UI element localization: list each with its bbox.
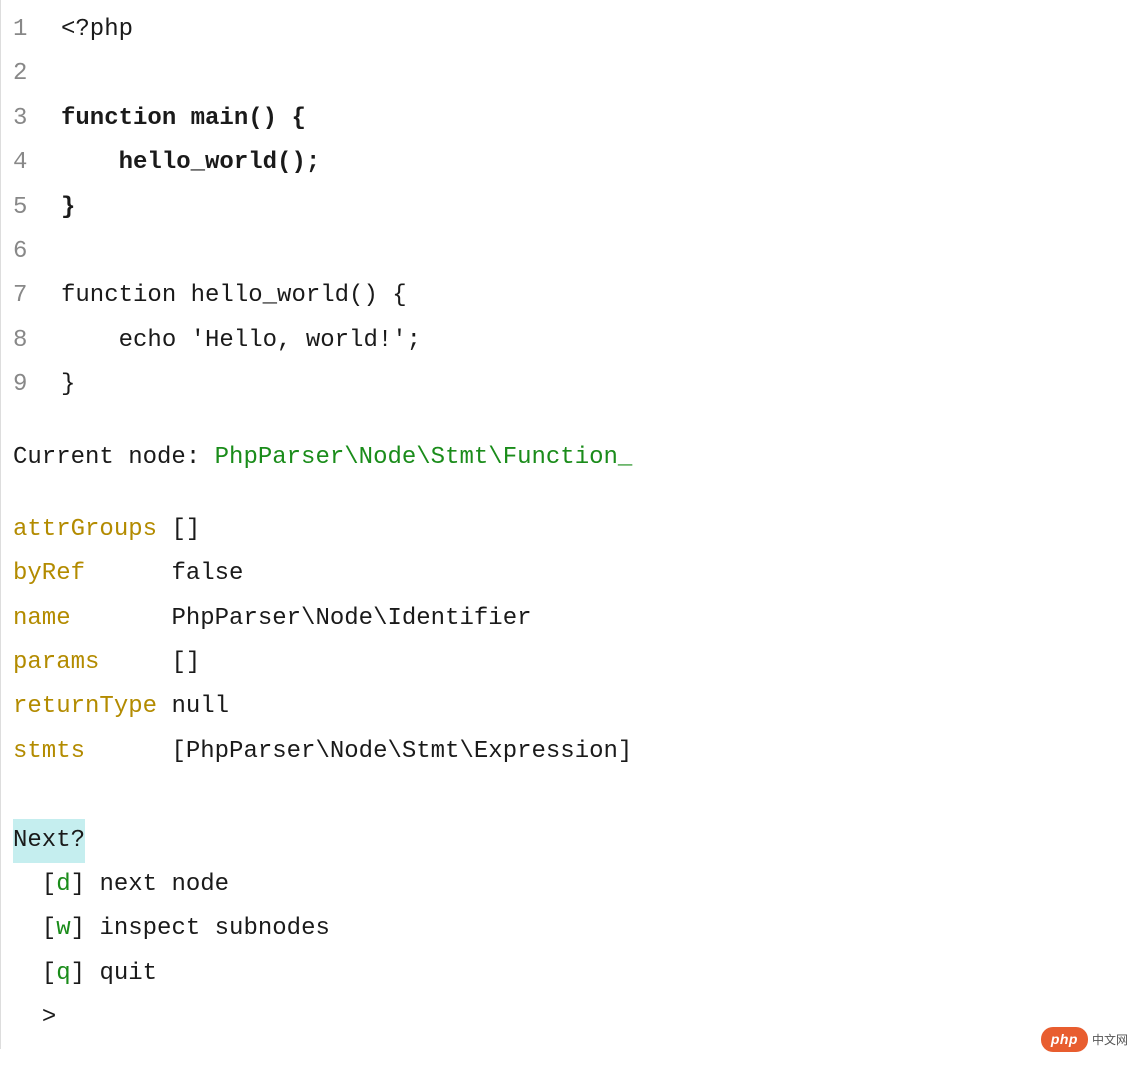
menu-option-key: q [56, 960, 70, 987]
attribute-value: [] [171, 516, 200, 543]
line-number: 2 [13, 52, 61, 96]
code-content [61, 230, 1130, 274]
menu-option[interactable]: [w] inspect subnodes [13, 907, 1130, 951]
line-number: 5 [13, 186, 61, 230]
attribute-value: [] [171, 649, 200, 676]
code-content: hello_world(); [61, 141, 1130, 185]
attribute-key: name [13, 605, 71, 632]
code-content [61, 52, 1130, 96]
source-code-block: 1<?php23function main() {4 hello_world()… [13, 8, 1130, 408]
current-node-line: Current node: PhpParser\Node\Stmt\Functi… [13, 436, 1130, 480]
attribute-key: params [13, 649, 99, 676]
attribute-value: [PhpParser\Node\Stmt\Expression] [171, 738, 632, 765]
attributes-block: attrGroups []byRef falsename PhpParser\N… [13, 508, 1130, 774]
menu-option-label: inspect subnodes [99, 915, 329, 942]
code-content: function main() { [61, 97, 1130, 141]
php-text: 中文网 [1092, 1031, 1128, 1049]
code-line: 2 [13, 52, 1130, 96]
attribute-pad [157, 516, 171, 543]
attribute-pad [85, 738, 171, 765]
blank-line [13, 774, 1130, 818]
code-line: 8 echo 'Hello, world!'; [13, 319, 1130, 363]
prompt-cursor: > [42, 1004, 71, 1031]
line-number: 6 [13, 230, 61, 274]
code-content: } [61, 186, 1130, 230]
line-number: 4 [13, 141, 61, 185]
prompt-label-line: Next? [13, 819, 1130, 863]
prompt-label: Next? [13, 819, 85, 863]
attribute-pad [85, 560, 171, 587]
attribute-value: false [171, 560, 243, 587]
code-line: 1<?php [13, 8, 1130, 52]
code-line: 9} [13, 363, 1130, 407]
menu-option[interactable]: [q] quit [13, 952, 1130, 996]
line-number: 7 [13, 274, 61, 318]
menu-option-label: next node [99, 871, 229, 898]
current-node-label: Current node: [13, 444, 215, 471]
code-content: function hello_world() { [61, 274, 1130, 318]
line-number: 8 [13, 319, 61, 363]
code-content: echo 'Hello, world!'; [61, 319, 1130, 363]
attribute-pad [99, 649, 171, 676]
line-number: 1 [13, 8, 61, 52]
attribute-key: returnType [13, 693, 157, 720]
attribute-value: PhpParser\Node\Identifier [171, 605, 531, 632]
attribute-value: null [171, 693, 229, 720]
attribute-row: params [] [13, 641, 1130, 685]
code-content: <?php [61, 8, 1130, 52]
attribute-key: byRef [13, 560, 85, 587]
attribute-row: stmts [PhpParser\Node\Stmt\Expression] [13, 730, 1130, 774]
code-line: 5} [13, 186, 1130, 230]
attribute-row: name PhpParser\Node\Identifier [13, 597, 1130, 641]
code-line: 7function hello_world() { [13, 274, 1130, 318]
attribute-row: byRef false [13, 552, 1130, 596]
code-content: } [61, 363, 1130, 407]
code-line: 3function main() { [13, 97, 1130, 141]
footer-logo: php 中文网 [1041, 1027, 1128, 1052]
menu-option-key: d [56, 871, 70, 898]
php-badge: php [1041, 1027, 1088, 1052]
current-node-value: PhpParser\Node\Stmt\Function_ [215, 444, 633, 471]
attribute-row: attrGroups [] [13, 508, 1130, 552]
menu-option[interactable]: [d] next node [13, 863, 1130, 907]
menu-option-key: w [56, 915, 70, 942]
code-line: 6 [13, 230, 1130, 274]
line-number: 3 [13, 97, 61, 141]
code-line: 4 hello_world(); [13, 141, 1130, 185]
menu-option-label: quit [99, 960, 157, 987]
attribute-row: returnType null [13, 685, 1130, 729]
prompt-block: Next? [d] next node [w] inspect subnodes… [13, 819, 1130, 1041]
attribute-key: stmts [13, 738, 85, 765]
line-number: 9 [13, 363, 61, 407]
attribute-pad [71, 605, 172, 632]
attribute-key: attrGroups [13, 516, 157, 543]
attribute-pad [157, 693, 171, 720]
prompt-cursor-line[interactable]: > [13, 996, 1130, 1040]
